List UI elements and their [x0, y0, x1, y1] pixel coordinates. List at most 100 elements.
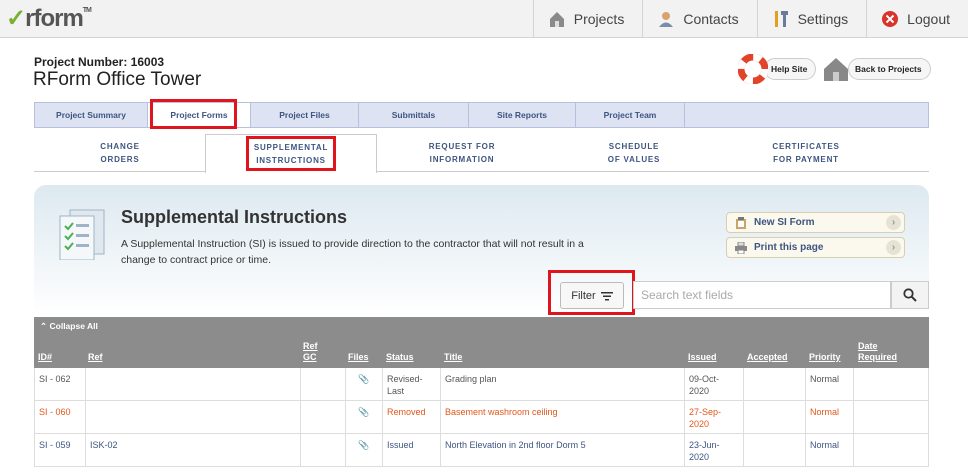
- nav-projects[interactable]: Projects: [532, 0, 643, 38]
- row-status: Removed: [383, 401, 441, 433]
- col-title[interactable]: Title: [444, 352, 462, 363]
- contact-icon: [659, 12, 674, 27]
- search-icon: [903, 288, 917, 302]
- tab-site-reports[interactable]: Site Reports: [469, 103, 576, 127]
- row-ref-gc: [301, 434, 346, 466]
- search-button[interactable]: [891, 281, 929, 309]
- printer-icon: [735, 241, 747, 254]
- row-files[interactable]: 📎: [346, 434, 383, 466]
- subtab-change-orders[interactable]: CHANGE ORDERS: [54, 134, 186, 172]
- house-icon: [824, 58, 848, 81]
- row-date-required: [854, 368, 929, 400]
- new-si-form-button[interactable]: New SI Form ›: [726, 212, 905, 233]
- lifebuoy-icon: [738, 54, 768, 84]
- paperclip-icon[interactable]: 📎: [358, 407, 369, 417]
- chevron-right-icon: ›: [886, 240, 901, 255]
- nav-contacts-label: Contacts: [683, 11, 739, 27]
- house-icon: [549, 12, 564, 27]
- col-issued[interactable]: Issued: [688, 352, 717, 363]
- row-files[interactable]: 📎: [346, 368, 383, 400]
- paperclip-icon[interactable]: 📎: [358, 440, 369, 450]
- form-subtabs: CHANGE ORDERS SUPPLEMENTAL INSTRUCTIONS RE…: [34, 134, 929, 173]
- row-accepted: [744, 434, 806, 466]
- row-status: Issued: [383, 434, 441, 466]
- row-ref: [86, 368, 301, 400]
- table-row[interactable]: SI - 060 📎 Removed Basement washroom cei…: [34, 401, 929, 434]
- section-title: Supplemental Instructions: [121, 207, 348, 227]
- nav-logout-label: Logout: [907, 11, 950, 27]
- top-nav: Projects Contacts Settings Logout: [532, 0, 968, 38]
- row-accepted: [744, 368, 806, 400]
- back-to-projects-label: Back to Projects: [848, 58, 931, 80]
- highlight-box: [548, 270, 635, 315]
- clipboard-icon: [736, 216, 746, 229]
- row-files[interactable]: 📎: [346, 401, 383, 433]
- help-site-button[interactable]: Help Site: [738, 54, 817, 84]
- table-row[interactable]: SI - 062 📎 Revised- Last Grading plan 09-…: [34, 368, 929, 401]
- subtab-request-for-information[interactable]: REQUEST FOR INFORMATION: [396, 134, 528, 172]
- nav-settings-label: Settings: [797, 11, 849, 27]
- row-title[interactable]: Grading plan: [441, 368, 685, 400]
- tab-submittals[interactable]: Submittals: [359, 103, 469, 127]
- row-status: Revised- Last: [383, 368, 441, 400]
- nav-logout[interactable]: Logout: [866, 0, 968, 38]
- highlight-box: [246, 136, 336, 171]
- table-header: ⌃ Collapse All ID# Ref Ref GC Files Statu…: [34, 317, 929, 368]
- paperclip-icon[interactable]: 📎: [358, 374, 369, 384]
- row-title[interactable]: Basement washroom ceiling: [441, 401, 685, 433]
- tab-project-files[interactable]: Project Files: [251, 103, 359, 127]
- project-number: Project Number: 16003: [34, 55, 165, 69]
- checklist-icon: [59, 209, 105, 260]
- col-ref[interactable]: Ref: [88, 352, 103, 363]
- row-priority: Normal: [806, 434, 854, 466]
- search-input[interactable]: [633, 281, 891, 309]
- tab-project-team[interactable]: Project Team: [576, 103, 685, 127]
- print-page-label: Print this page: [754, 242, 824, 253]
- col-ref-gc[interactable]: Ref GC: [303, 341, 318, 363]
- row-ref-gc: [301, 401, 346, 433]
- row-priority: Normal: [806, 368, 854, 400]
- nav-projects-label: Projects: [573, 11, 625, 27]
- row-issued: 27-Sep- 2020: [685, 401, 744, 433]
- back-to-projects-button[interactable]: Back to Projects: [822, 56, 931, 82]
- chevron-up-icon: ⌃: [40, 321, 48, 331]
- row-issued: 23-Jun- 2020: [685, 434, 744, 466]
- help-site-label: Help Site: [764, 58, 817, 80]
- row-id[interactable]: SI - 059: [35, 434, 86, 466]
- row-id[interactable]: SI - 060: [35, 401, 86, 433]
- row-date-required: [854, 401, 929, 433]
- top-bar: ✓rformTM Projects Contacts Settings Logo…: [0, 0, 968, 38]
- col-status[interactable]: Status: [386, 352, 414, 363]
- col-priority[interactable]: Priority: [809, 352, 841, 363]
- row-priority: Normal: [806, 401, 854, 433]
- row-accepted: [744, 401, 806, 433]
- project-name: RForm Office Tower: [33, 69, 202, 90]
- nav-settings[interactable]: Settings: [756, 0, 867, 38]
- col-id[interactable]: ID#: [38, 352, 52, 363]
- chevron-right-icon: ›: [886, 215, 901, 230]
- row-id[interactable]: SI - 062: [35, 368, 86, 400]
- logout-icon: [882, 11, 899, 27]
- subtab-schedule-of-values[interactable]: SCHEDULE OF VALUES: [568, 134, 700, 172]
- section-description: A Supplemental Instruction (SI) is issue…: [121, 238, 584, 266]
- highlight-box: [150, 99, 237, 129]
- row-date-required: [854, 434, 929, 466]
- collapse-all-button[interactable]: ⌃ Collapse All: [40, 321, 98, 332]
- table-row[interactable]: SI - 059 ISK-02 📎 Issued North Elevation…: [34, 434, 929, 467]
- rform-logo[interactable]: ✓rformTM: [6, 4, 92, 33]
- row-title[interactable]: North Elevation in 2nd floor Dorm 5: [441, 434, 685, 466]
- new-si-form-label: New SI Form: [754, 217, 815, 228]
- subtab-certificates-for-payment[interactable]: CERTIFICATES FOR PAYMENT: [740, 134, 872, 172]
- collapse-all-label: Collapse All: [49, 321, 98, 331]
- row-ref-gc: [301, 368, 346, 400]
- col-accepted[interactable]: Accepted: [747, 352, 788, 363]
- print-page-button[interactable]: Print this page ›: [726, 237, 905, 258]
- tab-project-summary[interactable]: Project Summary: [35, 103, 148, 127]
- tools-icon: [774, 11, 788, 27]
- row-issued: 09-Oct-2020: [685, 368, 744, 400]
- row-ref: ISK-02: [86, 434, 301, 466]
- col-files[interactable]: Files: [348, 352, 369, 363]
- col-date-required[interactable]: Date Required: [858, 341, 897, 363]
- nav-contacts[interactable]: Contacts: [642, 0, 756, 38]
- row-ref: [86, 401, 301, 433]
